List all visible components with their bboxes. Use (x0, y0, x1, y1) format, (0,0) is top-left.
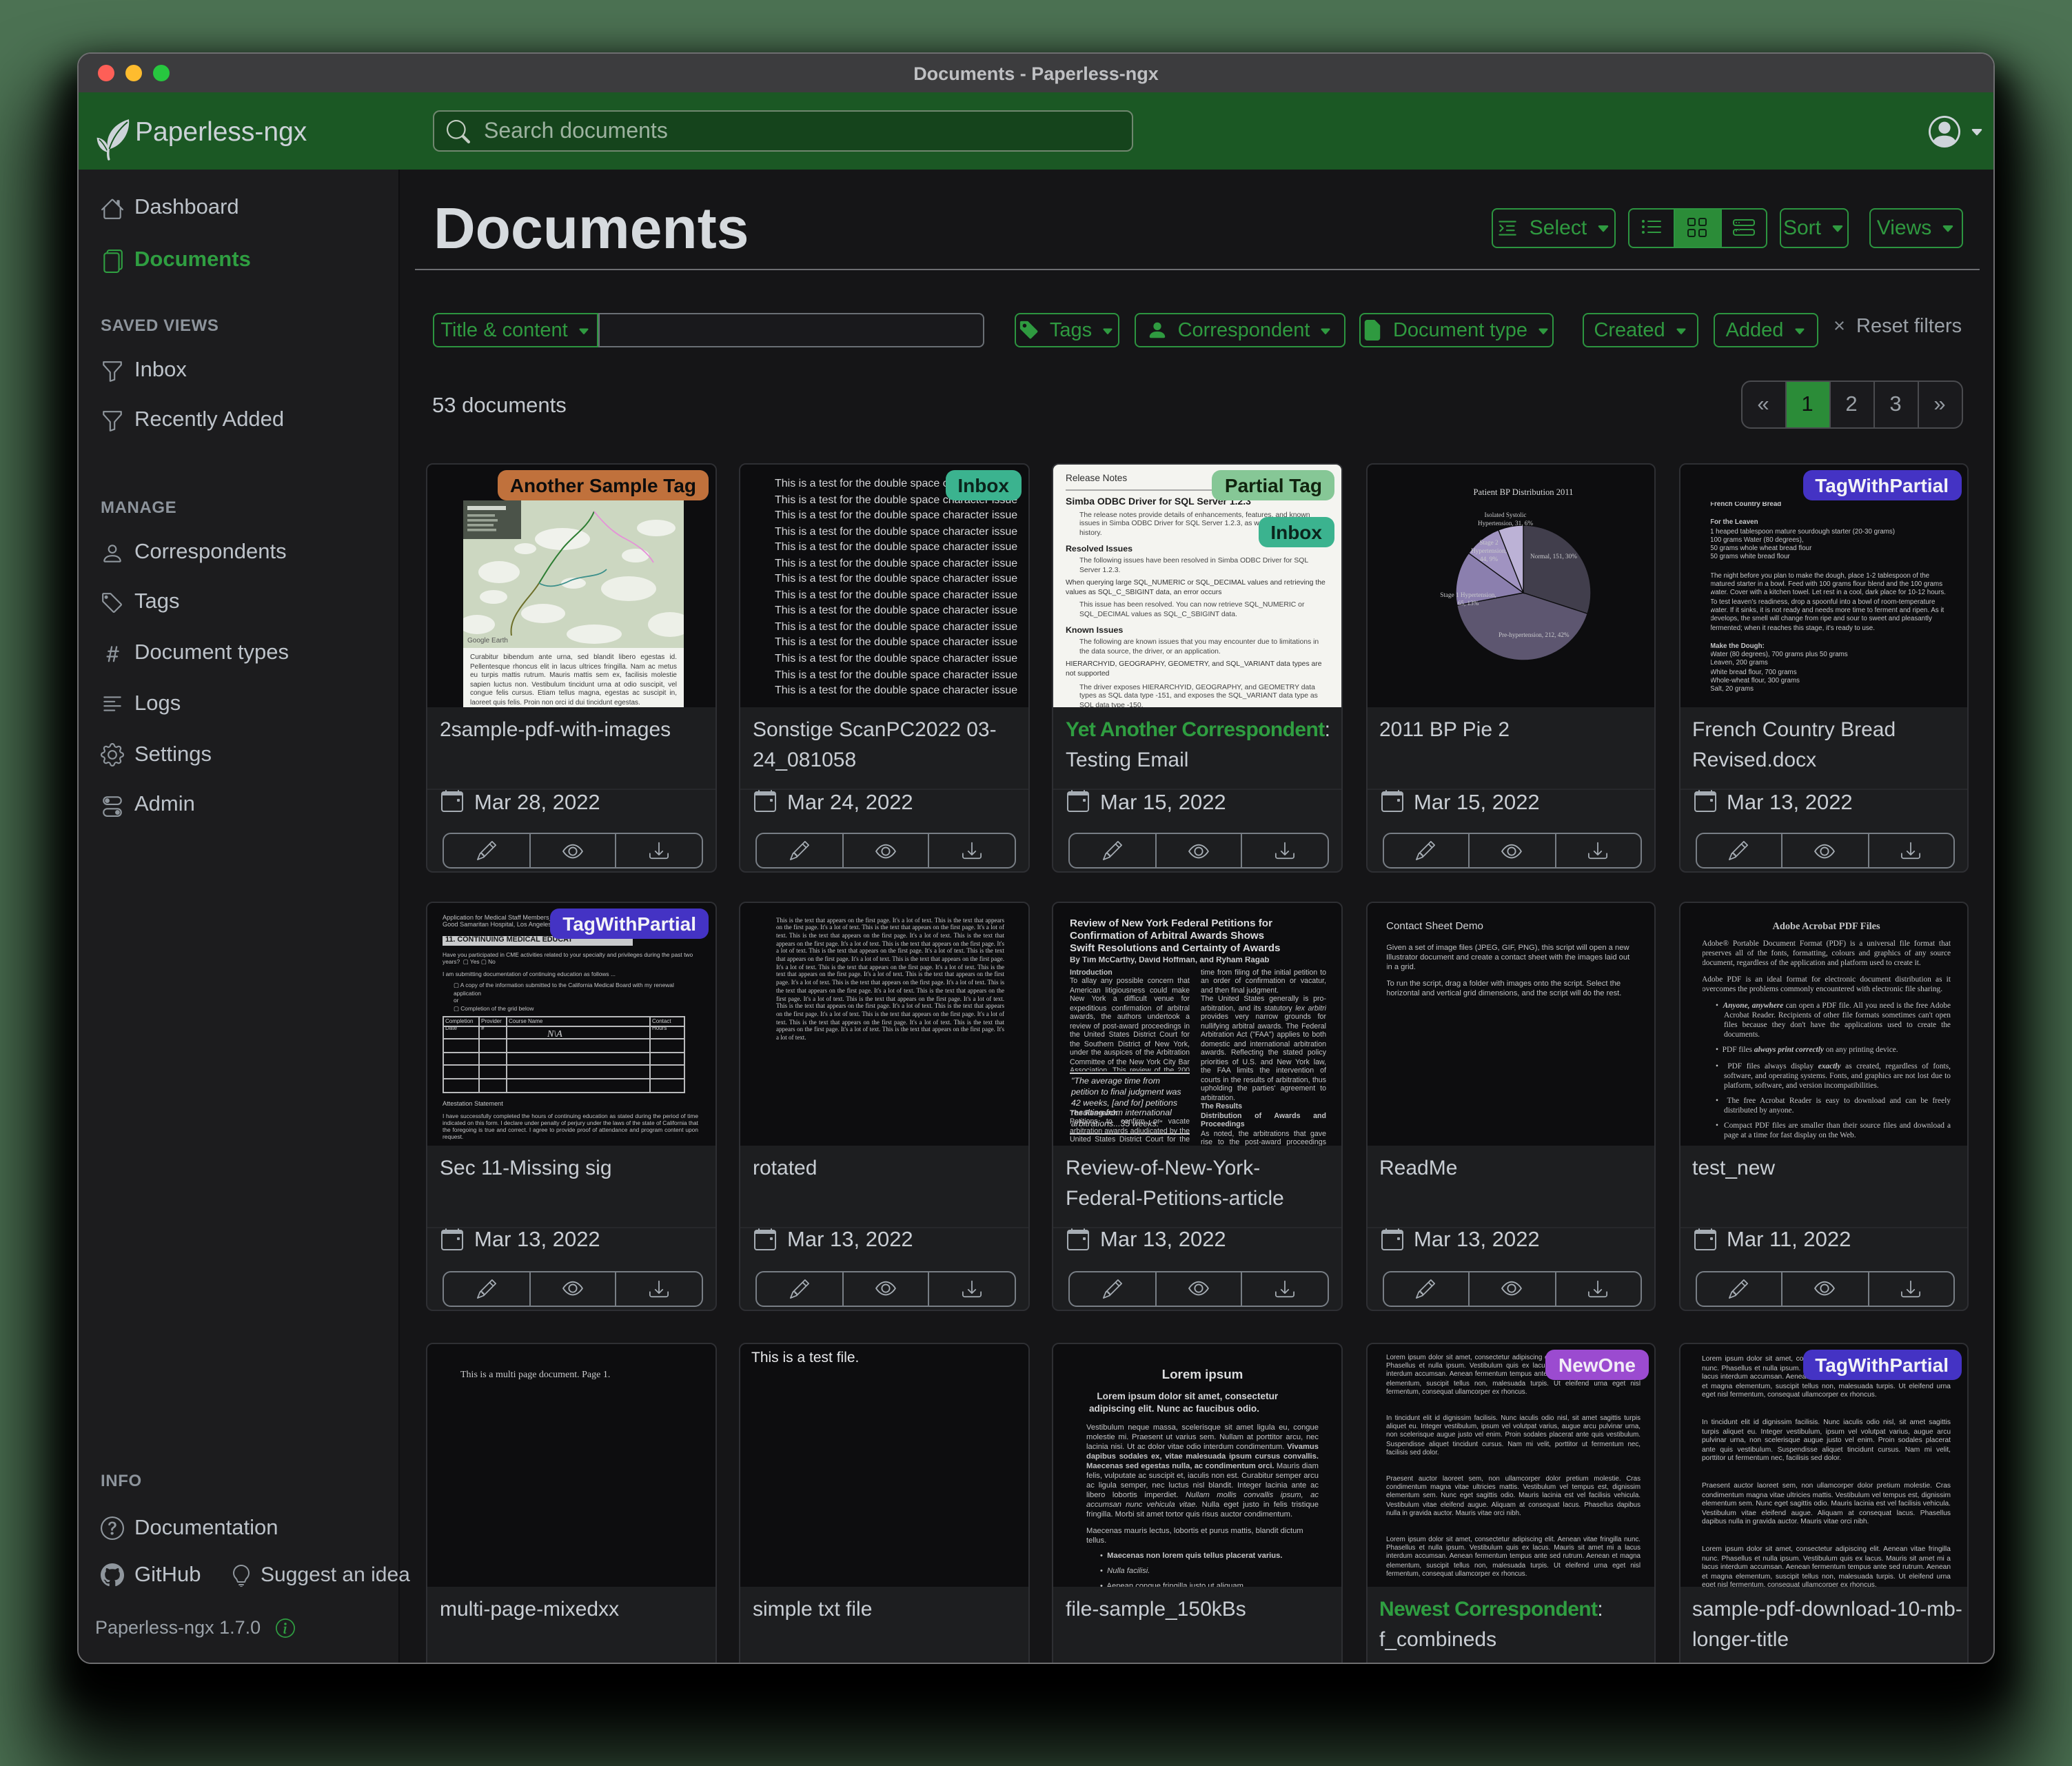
svg-text:Patient BP Distribution 2011: Patient BP Distribution 2011 (1473, 487, 1573, 497)
svg-text:Stage 1 Hypertension,: Stage 1 Hypertension, (1439, 591, 1495, 598)
svg-text:65, 13%: 65, 13% (1457, 600, 1479, 607)
svg-text:Isolated Systolic: Isolated Systolic (1484, 511, 1526, 518)
svg-text:Pre-hypertension, 212, 42%: Pre-hypertension, 212, 42% (1498, 631, 1569, 638)
svg-text:Hypertension,: Hypertension, (1470, 547, 1506, 554)
svg-text:Stage 2: Stage 2 (1479, 539, 1498, 546)
svg-text:Normal, 151, 30%: Normal, 151, 30% (1530, 553, 1576, 560)
svg-text:Google Earth: Google Earth (467, 637, 508, 645)
svg-text:44, 9%: 44, 9% (1479, 556, 1497, 562)
svg-text:Hypertension, 31, 6%: Hypertension, 31, 6% (1477, 520, 1532, 527)
